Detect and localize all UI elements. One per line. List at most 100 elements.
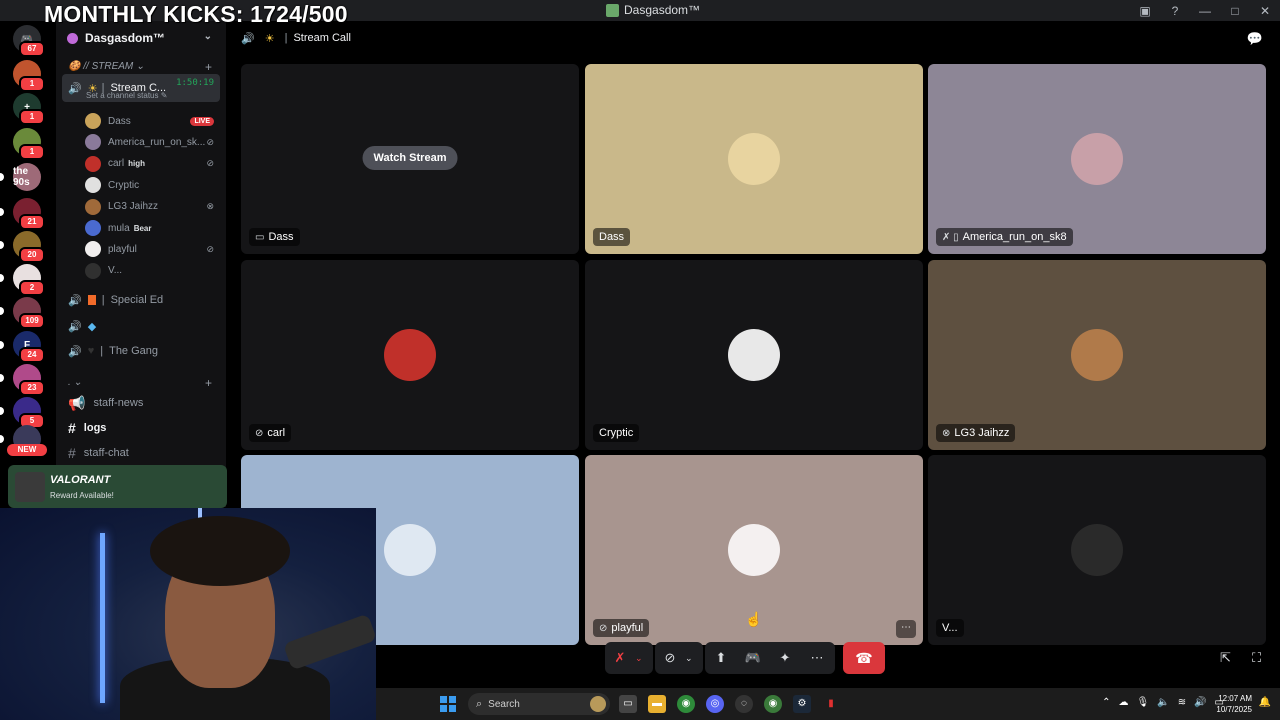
participant-name: Cryptic: [599, 427, 634, 439]
voice-member[interactable]: Dass LIVE: [85, 111, 220, 131]
avatar: [85, 113, 101, 129]
server-icon[interactable]: 21: [13, 198, 45, 230]
server-icon[interactable]: 1: [13, 60, 45, 92]
camera-options-chevron-icon[interactable]: ⌄: [685, 653, 693, 664]
text-channel-logs[interactable]: # logs: [62, 417, 220, 439]
soundboard-button[interactable]: ✦: [769, 642, 801, 674]
server-icon[interactable]: 5: [13, 397, 45, 429]
muted-mobile-icon: ✗ ▯: [942, 231, 959, 243]
popout-icon[interactable]: ⇱: [1220, 650, 1231, 666]
participant-tile[interactable]: ⊘ carl: [241, 260, 579, 450]
member-name: mula: [108, 222, 130, 234]
minimize-icon[interactable]: —: [1190, 4, 1220, 18]
discord-taskbar-icon[interactable]: ◎: [706, 695, 724, 713]
mic-muted-button[interactable]: ✗: [605, 642, 635, 674]
voice-channel-stream-call[interactable]: 🔊 ☀ | Stream C... 1:50:19 Set a channel …: [62, 74, 220, 102]
add-channel-button[interactable]: +: [205, 60, 212, 74]
voice-member[interactable]: America_run_on_sk... ⊘: [85, 132, 220, 152]
valorant-promo[interactable]: VALORANT Reward Available!: [8, 465, 227, 508]
voice-member[interactable]: LG3 Jaihzz ⊗: [85, 197, 220, 217]
more-options-button[interactable]: ⋯: [801, 642, 833, 674]
channel-status-prompt[interactable]: Set a channel status ✎: [86, 91, 167, 100]
activities-button[interactable]: 🎮: [737, 642, 769, 674]
wifi-icon[interactable]: ≋: [1178, 697, 1186, 708]
chat-icon[interactable]: 💬: [1247, 31, 1263, 47]
home-button[interactable]: 🎮 67: [13, 25, 45, 57]
add-channel-button[interactable]: +: [205, 376, 212, 390]
chrome-profile-icon[interactable]: ◉: [764, 695, 782, 713]
new-servers-pill[interactable]: NEW: [7, 444, 47, 456]
volume-icon[interactable]: 🔈: [1157, 697, 1169, 708]
tray-chevron-icon[interactable]: ⌃: [1102, 697, 1110, 708]
notification-bell-icon[interactable]: 🔔: [1259, 697, 1271, 708]
fullscreen-icon[interactable]: ⛶: [1252, 650, 1261, 666]
voice-channel-gem[interactable]: 🔊 ◆: [62, 315, 220, 337]
camera-group: ⊘ ⌄: [655, 642, 703, 674]
watch-stream-button[interactable]: Watch Stream: [362, 146, 458, 170]
help-icon[interactable]: ?: [1160, 4, 1190, 18]
voice-member[interactable]: carl high ⊘: [85, 154, 220, 174]
participant-tile[interactable]: V...: [928, 455, 1266, 645]
server-icon[interactable]: +1: [13, 93, 45, 125]
steam-icon[interactable]: ⚙: [793, 695, 811, 713]
maximize-icon[interactable]: □: [1220, 4, 1250, 18]
voice-member[interactable]: Cryptic: [85, 175, 220, 195]
call-title: Stream Call: [293, 32, 351, 44]
server-icon[interactable]: the 90s: [13, 163, 41, 191]
server-icon[interactable]: 1: [13, 128, 45, 160]
voice-member[interactable]: playful ⊘: [85, 239, 220, 259]
inbox-icon[interactable]: ▣: [1130, 4, 1160, 18]
call-controls: ✗ ⌄ ⊘ ⌄ ⬆ 🎮 ✦ ⋯ ☎: [605, 642, 885, 674]
file-explorer-icon[interactable]: ▬: [648, 695, 666, 713]
server-icon[interactable]: 2: [13, 264, 45, 296]
speaker-tray-icon[interactable]: 🔊: [1194, 697, 1206, 708]
share-screen-button[interactable]: ⬆: [705, 642, 737, 674]
live-badge: LIVE: [190, 116, 214, 126]
mic-tray-icon[interactable]: 🎙: [1137, 697, 1150, 708]
close-icon[interactable]: ✕: [1250, 4, 1280, 18]
taskbar-search[interactable]: ⌕ Search: [468, 693, 610, 715]
mention-badge: 20: [19, 247, 45, 263]
participant-tile[interactable]: Cryptic: [585, 260, 923, 450]
server-icon[interactable]: 109: [13, 297, 45, 329]
task-view-icon[interactable]: ▭: [619, 695, 637, 713]
server-icon[interactable]: 23: [13, 364, 45, 396]
app-icon[interactable]: ◌: [735, 695, 753, 713]
channel-name: staff-chat: [83, 447, 129, 459]
server-icon[interactable]: F 24: [13, 331, 45, 363]
title-bar-controls: ▣ ? — □ ✕: [1130, 0, 1280, 21]
disconnect-button[interactable]: ☎: [843, 642, 885, 674]
voice-channel-special-ed[interactable]: 🔊 | Special Ed: [62, 289, 220, 311]
avatar: [85, 262, 101, 279]
voice-member[interactable]: mula Bear: [85, 218, 220, 238]
participant-tile[interactable]: ⊗ LG3 Jaihzz: [928, 260, 1266, 450]
participant-tile[interactable]: ✗ ▯ America_run_on_sk8: [928, 64, 1266, 254]
voice-channel-the-gang[interactable]: 🔊 ♥ | The Gang: [62, 340, 220, 362]
cloud-icon[interactable]: ☁: [1119, 697, 1129, 708]
member-name: LG3 Jaihzz: [108, 201, 159, 213]
divider: |: [101, 294, 105, 306]
camera-off-button[interactable]: ⊘: [655, 642, 685, 674]
category-two[interactable]: . ⌄: [68, 377, 82, 388]
participant-avatar: [728, 133, 780, 185]
participant-tile[interactable]: Dass: [585, 64, 923, 254]
unread-pip: [0, 341, 4, 349]
tile-more-options-button[interactable]: ⋯: [896, 620, 916, 638]
server-icon[interactable]: 20: [13, 231, 45, 263]
voice-member[interactable]: V...: [85, 261, 220, 281]
text-channel-staff-news[interactable]: 📢 staff-news: [62, 392, 220, 414]
guild-icon: [67, 32, 78, 44]
chrome-icon[interactable]: ◉: [677, 695, 695, 713]
participant-avatar: [384, 524, 436, 576]
participant-nameplate: V...: [936, 619, 964, 637]
text-channel-staff-chat[interactable]: # staff-chat: [62, 442, 220, 464]
mic-options-chevron-icon[interactable]: ⌄: [635, 653, 643, 664]
avatar: [85, 134, 101, 151]
participant-tile[interactable]: Watch Stream ▭ Dass: [241, 64, 579, 254]
avatar: [85, 155, 101, 172]
windows-start-icon[interactable]: [440, 696, 456, 712]
category-stream[interactable]: 🍪 // STREAM ⌄: [68, 61, 144, 72]
taskbar-clock[interactable]: 12:07 AM 10/7/2025: [1216, 693, 1252, 715]
app-red-icon[interactable]: ▮: [822, 695, 840, 713]
participant-name: carl: [267, 427, 286, 439]
